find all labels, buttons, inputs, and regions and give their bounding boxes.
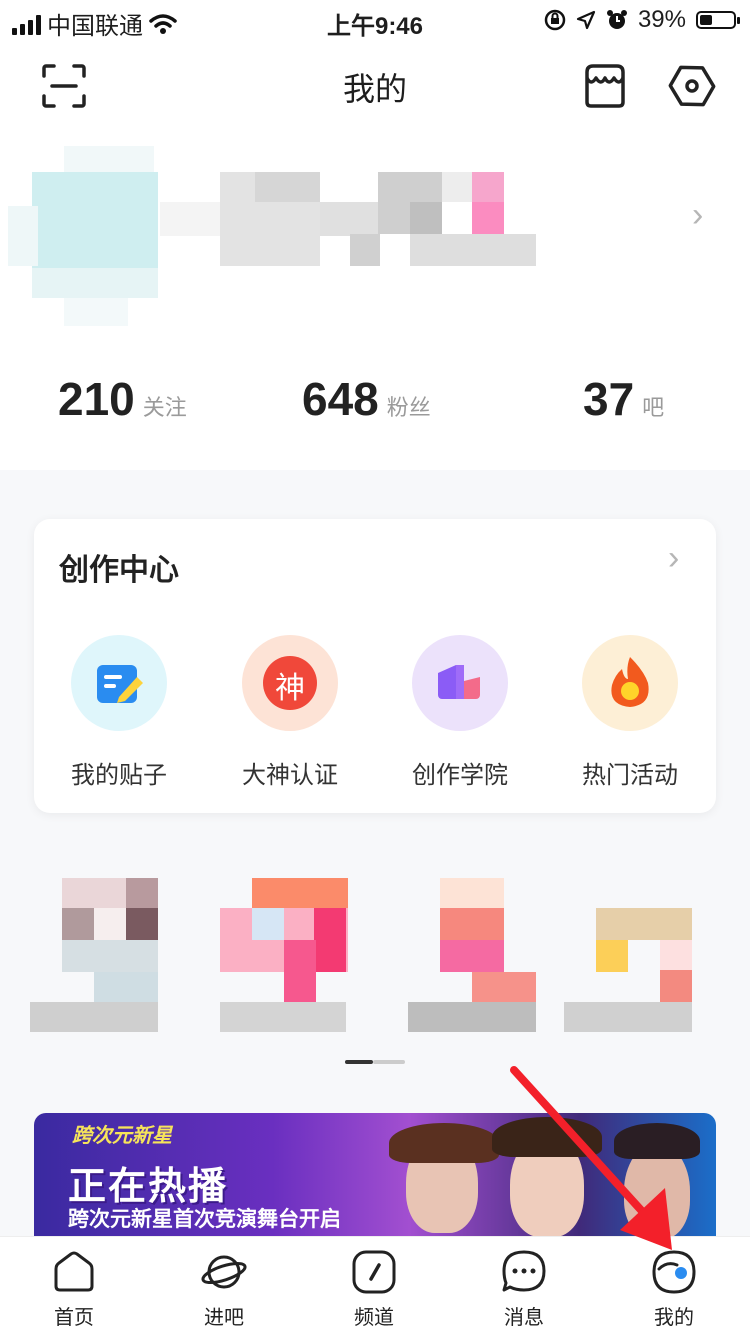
battery-icon xyxy=(696,11,740,29)
tab-channels[interactable]: 频道 xyxy=(324,1249,424,1330)
creation-center-card: 创作中心 › 我的贴子 神 大神认证 创作学院 热门活动 xyxy=(34,519,716,813)
status-bar: 中国联通 上午9:46 39% xyxy=(0,0,750,40)
tab-messages[interactable]: 消息 xyxy=(474,1249,574,1330)
creation-item-my-posts[interactable]: 我的贴子 xyxy=(34,635,204,790)
master-badge-text: 神 xyxy=(275,672,305,705)
tab-label: 消息 xyxy=(504,1307,544,1329)
creation-item-label: 大神认证 xyxy=(242,762,338,789)
tab-forums[interactable]: 进吧 xyxy=(174,1249,274,1330)
shop-icon[interactable] xyxy=(581,62,629,110)
creation-center-title: 创作中心 xyxy=(59,554,179,587)
post-edit-icon xyxy=(71,635,167,731)
creation-item-label: 创作学院 xyxy=(412,762,508,789)
banner-title: 正在热播 xyxy=(68,1166,229,1208)
orientation-lock-icon xyxy=(544,9,566,31)
banner-subtitle: 跨次元新星首次竞演舞台开启 xyxy=(68,1208,341,1231)
tab-label: 频道 xyxy=(354,1307,394,1329)
stat-followers[interactable]: 648 粉丝 xyxy=(302,372,431,426)
tab-mine[interactable]: 我的 xyxy=(624,1249,724,1330)
academy-icon xyxy=(412,635,508,731)
home-icon xyxy=(54,1251,94,1292)
flame-icon xyxy=(582,635,678,731)
planet-icon xyxy=(201,1255,247,1289)
banner-tag: 跨次元新星 xyxy=(72,1125,172,1147)
profile-section[interactable]: › 210 关注 648 粉丝 37 吧 xyxy=(0,130,750,470)
creation-item-academy[interactable]: 创作学院 xyxy=(375,635,545,790)
creation-item-label: 我的贴子 xyxy=(71,762,167,789)
compass-icon xyxy=(352,1250,396,1294)
page-title: 我的 xyxy=(342,71,407,107)
stat-following[interactable]: 210 关注 xyxy=(58,372,187,426)
settings-icon[interactable] xyxy=(668,62,716,110)
blurred-shortcut-2[interactable] xyxy=(218,878,350,1034)
performer-hair-1 xyxy=(389,1123,499,1163)
creation-item-label: 热门活动 xyxy=(582,762,678,789)
carousel-indicator xyxy=(345,1060,405,1066)
creation-item-master-certification[interactable]: 神 大神认证 xyxy=(205,635,375,790)
red-arrow-pointer xyxy=(510,1066,672,1250)
master-badge-icon: 神 xyxy=(242,635,338,731)
location-icon xyxy=(576,10,596,30)
status-right: 39% xyxy=(544,6,740,34)
creation-center-chevron-icon[interactable]: › xyxy=(668,539,679,578)
tab-label: 我的 xyxy=(654,1307,694,1329)
stat-forums[interactable]: 37 吧 xyxy=(583,372,664,426)
blurred-shortcut-3[interactable] xyxy=(408,878,540,1034)
blurred-shortcut-1[interactable] xyxy=(30,878,190,1034)
username-blurred xyxy=(160,172,540,268)
tab-home[interactable]: 首页 xyxy=(24,1249,124,1330)
creation-item-hot-events[interactable]: 热门活动 xyxy=(545,635,715,790)
tab-label: 进吧 xyxy=(204,1307,244,1329)
alarm-icon xyxy=(606,10,627,29)
battery-percent: 39% xyxy=(637,6,686,33)
profile-chevron-icon[interactable]: › xyxy=(692,196,703,235)
page-header: 我的 xyxy=(0,40,750,130)
tab-label: 首页 xyxy=(54,1307,94,1329)
avatar[interactable] xyxy=(8,146,158,326)
blurred-shortcut-4[interactable] xyxy=(564,878,696,1034)
